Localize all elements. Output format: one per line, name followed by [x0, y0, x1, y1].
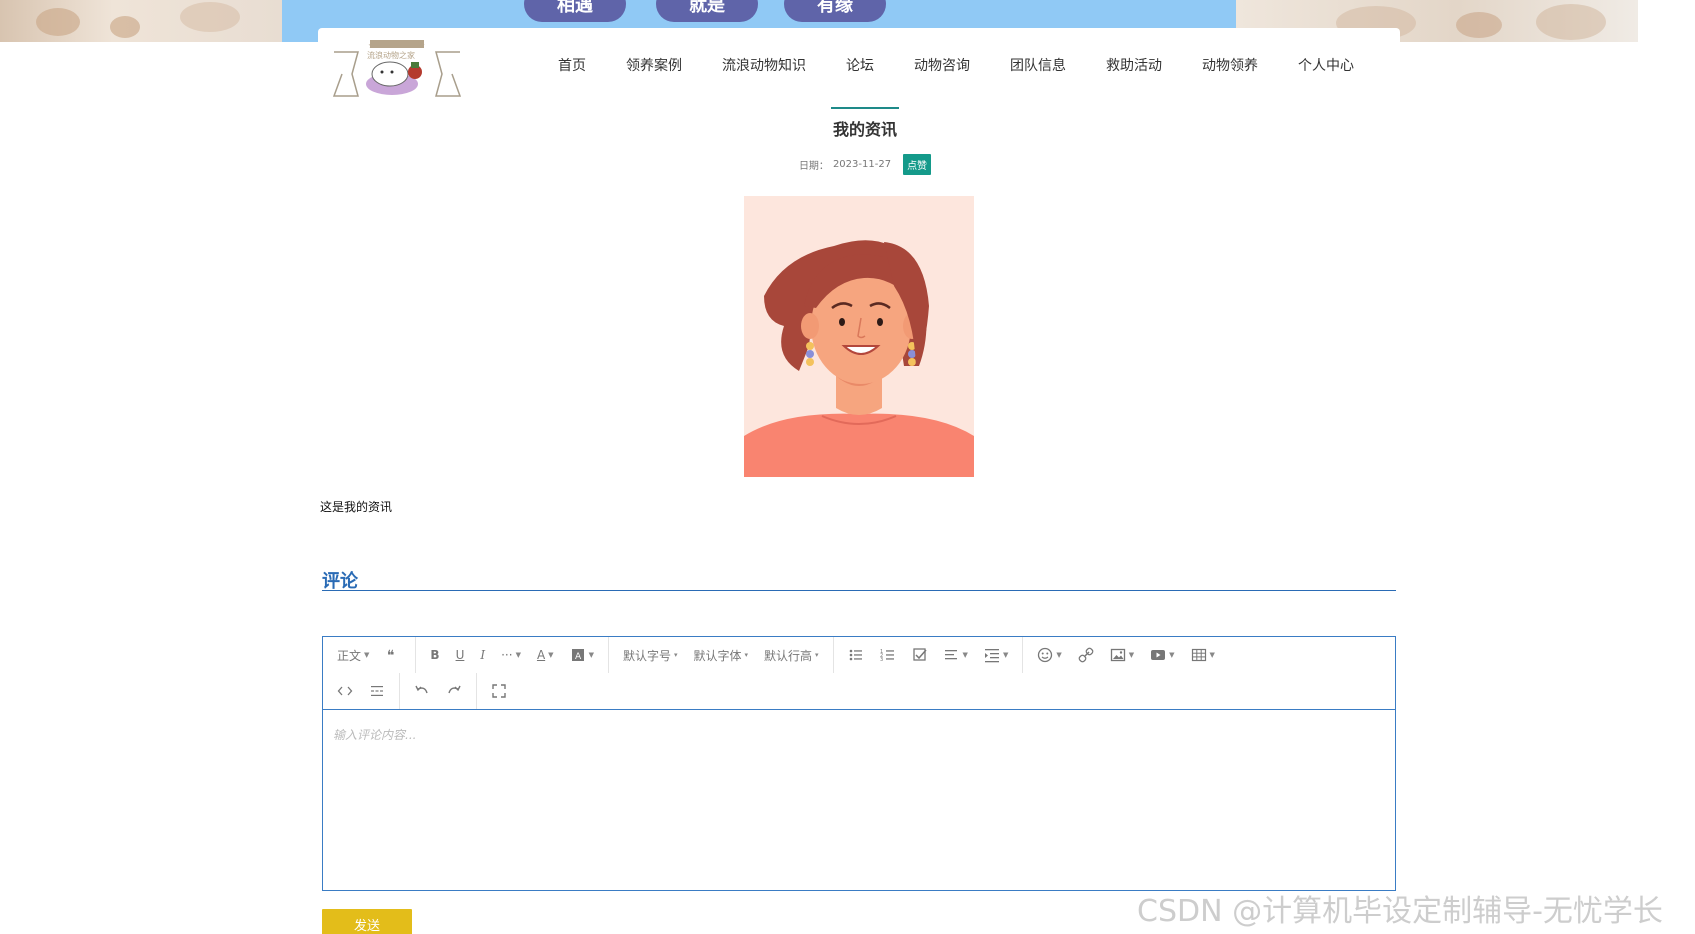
- bulleted-list-icon[interactable]: [840, 637, 872, 673]
- send-button[interactable]: 发送: [322, 909, 412, 934]
- article-title: 我的资讯: [832, 120, 897, 139]
- banner-pill-3: 有缘: [784, 0, 886, 22]
- font-family-select[interactable]: 默认字体 ▾: [685, 637, 756, 673]
- editor-toolbar: 正文 ▼ ❝ B U I ··· ▼ A ▼ A ▼ 默认字号 ▾ 默认字体 ▾ 默认行高 ▾: [323, 637, 1395, 710]
- nav-animal-consulting[interactable]: 动物咨询: [914, 55, 970, 75]
- comment-editor: 正文 ▼ ❝ B U I ··· ▼ A ▼ A ▼ 默认字号 ▾ 默认字体 ▾ 默认行高 ▾: [322, 636, 1396, 891]
- more-format-icon[interactable]: ··· ▼: [493, 637, 529, 673]
- article-body: 这是我的资讯: [320, 500, 393, 514]
- nav-rescue-activities[interactable]: 救助活动: [1106, 55, 1162, 75]
- todo-checkbox-icon[interactable]: [904, 637, 936, 673]
- nav-stray-knowledge[interactable]: 流浪动物知识: [722, 55, 806, 75]
- toolbar-row-1: 正文 ▼ ❝ B U I ··· ▼ A ▼ A ▼ 默认字号 ▾ 默认字体 ▾ 默认行高 ▾: [323, 637, 1223, 673]
- toolbar-row-2: [323, 673, 515, 709]
- article-date: 2023-11-27: [832, 159, 892, 170]
- indent-icon[interactable]: ▼: [976, 637, 1016, 673]
- underline-icon[interactable]: U: [448, 637, 473, 673]
- title-accent-rule: [831, 107, 899, 109]
- divider-icon[interactable]: [361, 673, 393, 709]
- main-nav: 首页 领养案例 流浪动物知识 论坛 动物咨询 团队信息 救助活动 动物领养 个人…: [538, 28, 1374, 102]
- link-icon[interactable]: [1070, 637, 1102, 673]
- svg-text:❝: ❝: [387, 648, 395, 663]
- table-icon[interactable]: ▼: [1183, 637, 1223, 673]
- video-icon[interactable]: ▼: [1142, 637, 1182, 673]
- comment-placeholder: 输入评论内容...: [333, 728, 417, 742]
- page: 相遇 就是 有缘 ★ ★ 流浪动物之家 首页 领养案例 流浪动物知识 论坛 动物…: [0, 0, 1695, 934]
- svg-text:A: A: [575, 652, 582, 662]
- code-icon[interactable]: [323, 673, 361, 709]
- line-height-select[interactable]: 默认行高 ▾: [756, 637, 827, 673]
- comment-heading-rule: [322, 590, 1396, 591]
- logo-cat-icon: ★ ★ 流浪动物之家: [332, 40, 462, 97]
- align-icon[interactable]: ▼: [936, 637, 976, 673]
- svg-text:★: ★: [368, 41, 375, 50]
- nav-forum[interactable]: 论坛: [846, 55, 874, 75]
- font-size-select[interactable]: 默认字号 ▾: [615, 637, 686, 673]
- quote-icon[interactable]: ❝: [377, 637, 409, 673]
- font-color-icon[interactable]: A ▼: [529, 637, 562, 673]
- csdn-watermark: CSDN @计算机毕设定制辅导-无忧学长: [1137, 894, 1663, 929]
- paragraph-select[interactable]: 正文 ▼: [323, 637, 377, 673]
- nav-home[interactable]: 首页: [558, 55, 586, 75]
- nav-team-info[interactable]: 团队信息: [1010, 55, 1066, 75]
- article-meta: 日期： 2023-11-27 点赞: [700, 154, 1030, 175]
- banner-pill-2: 就是: [656, 0, 758, 22]
- bold-icon[interactable]: B: [422, 637, 447, 673]
- article-image: [744, 196, 974, 477]
- image-icon[interactable]: ▼: [1102, 637, 1142, 673]
- redo-icon[interactable]: [438, 673, 470, 709]
- fullscreen-icon[interactable]: [483, 673, 515, 709]
- nav-personal-center[interactable]: 个人中心: [1298, 55, 1354, 75]
- nav-animal-adoption[interactable]: 动物领养: [1202, 55, 1258, 75]
- svg-text:流浪动物之家: 流浪动物之家: [367, 50, 415, 60]
- like-button[interactable]: 点赞: [903, 154, 932, 175]
- site-header: ★ ★ 流浪动物之家 首页 领养案例 流浪动物知识 论坛 动物咨询 团队信息 救…: [318, 28, 1400, 102]
- undo-icon[interactable]: [406, 673, 438, 709]
- numbered-list-icon[interactable]: 123: [872, 637, 904, 673]
- banner-cat-photo-left: [0, 0, 282, 42]
- site-logo[interactable]: ★ ★ 流浪动物之家: [332, 34, 462, 98]
- svg-text:3: 3: [880, 657, 883, 663]
- svg-text:★: ★: [418, 41, 425, 50]
- date-label: 日期：: [798, 161, 829, 172]
- comment-input-area[interactable]: 输入评论内容...: [323, 710, 1395, 890]
- italic-icon[interactable]: I: [472, 637, 493, 673]
- emoji-icon[interactable]: ▼: [1029, 637, 1069, 673]
- banner-pill-1: 相遇: [524, 0, 626, 22]
- woman-avatar-illustration: [744, 196, 974, 477]
- background-color-icon[interactable]: A ▼: [562, 637, 602, 673]
- nav-adoption-cases[interactable]: 领养案例: [626, 55, 682, 75]
